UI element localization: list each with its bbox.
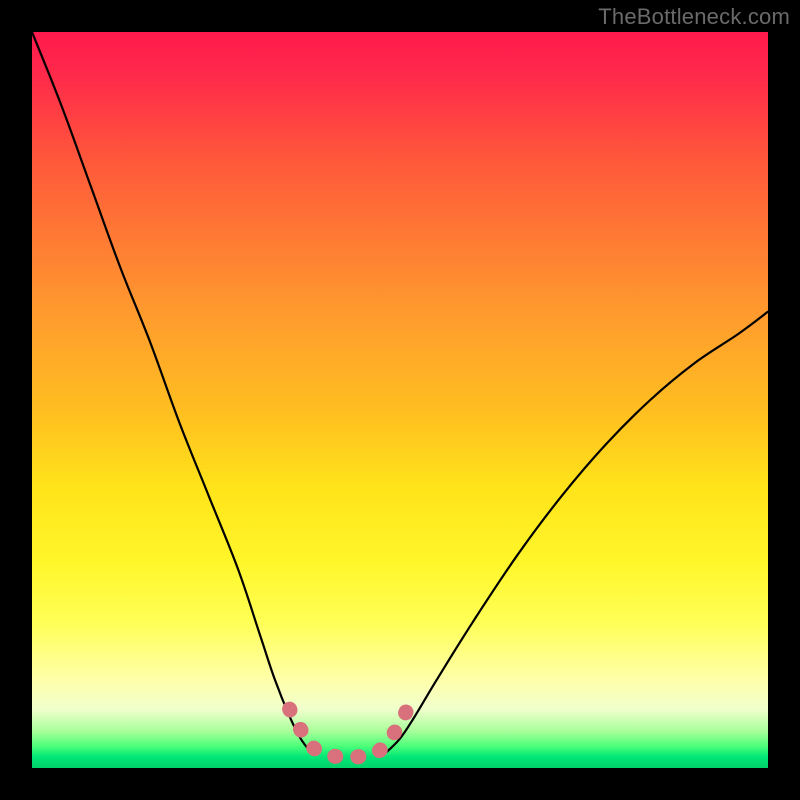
plot-area (32, 32, 768, 768)
chart-stage: TheBottleneck.com (0, 0, 800, 800)
left-curve-path (32, 32, 312, 753)
watermark-text: TheBottleneck.com (598, 4, 790, 30)
right-curve-path (385, 312, 768, 754)
curve-layer (32, 32, 768, 768)
